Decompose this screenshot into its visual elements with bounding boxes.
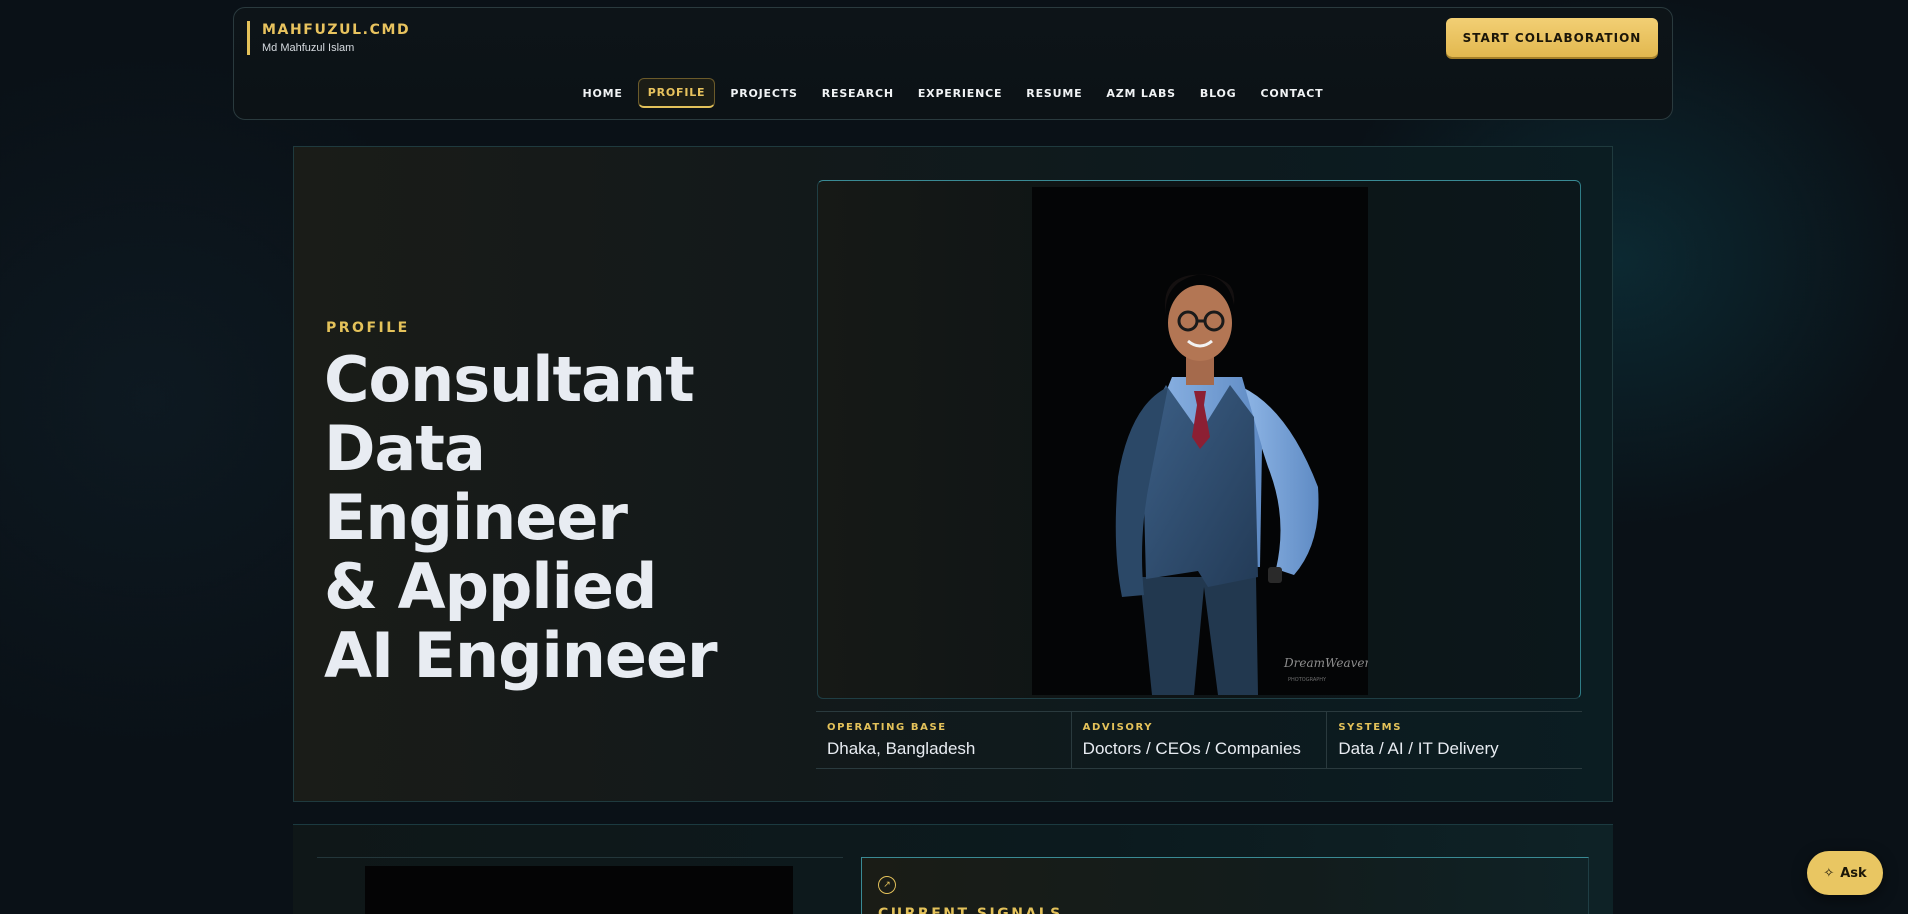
nav-profile[interactable]: PROFILE xyxy=(637,78,716,108)
profile-photo-frame: DreamWeaver PHOTOGRAPHY xyxy=(817,180,1581,699)
headline-line: Data Engineer xyxy=(324,412,628,554)
headline-line: Consultant xyxy=(324,343,695,416)
ask-label: Ask xyxy=(1840,865,1867,881)
hero-stats: OPERATING BASE Dhaka, Bangladesh ADVISOR… xyxy=(816,711,1582,769)
brand-title: MAHFUZUL.CMD xyxy=(262,22,411,38)
svg-text:DreamWeaver: DreamWeaver xyxy=(1283,656,1368,670)
current-signals-title: CURRENT SIGNALS xyxy=(878,906,1063,914)
stat-advisory: ADVISORY Doctors / CEOs / Companies xyxy=(1072,712,1328,768)
nav-projects[interactable]: PROJECTS xyxy=(721,78,806,108)
nav-resume[interactable]: RESUME xyxy=(1017,78,1091,108)
stat-systems: SYSTEMS Data / AI / IT Delivery xyxy=(1327,712,1582,768)
stat-value: Data / AI / IT Delivery xyxy=(1338,739,1499,758)
stat-label: SYSTEMS xyxy=(1338,722,1402,733)
stat-value: Dhaka, Bangladesh xyxy=(827,739,976,758)
nav-experience[interactable]: EXPERIENCE xyxy=(909,78,1011,108)
nav-contact[interactable]: CONTACT xyxy=(1252,78,1333,108)
stat-label: ADVISORY xyxy=(1082,722,1154,733)
current-signals-panel: ↗ CURRENT SIGNALS xyxy=(861,857,1589,914)
headline-line: AI Engineer xyxy=(324,619,718,692)
site-header: MAHFUZUL.CMD Md Mahfuzul Islam START COL… xyxy=(233,7,1673,120)
sparkle-icon: ✧ xyxy=(1823,865,1835,881)
stat-label: OPERATING BASE xyxy=(827,722,947,733)
hero-headline: Consultant Data Engineer & Applied AI En… xyxy=(324,345,774,690)
chart-icon: ↗ xyxy=(878,876,896,894)
brand[interactable]: MAHFUZUL.CMD Md Mahfuzul Islam xyxy=(247,21,410,55)
hero-section: PROFILE Consultant Data Engineer & Appli… xyxy=(293,146,1613,802)
profile-photo: DreamWeaver PHOTOGRAPHY xyxy=(1032,187,1368,695)
portrait-illustration: DreamWeaver PHOTOGRAPHY xyxy=(1032,187,1368,695)
stat-value: Doctors / CEOs / Companies xyxy=(1082,739,1301,758)
nav-research[interactable]: RESEARCH xyxy=(813,78,903,108)
brand-subtitle: Md Mahfuzul Islam xyxy=(262,42,355,54)
main-nav: HOME PROFILE PROJECTS RESEARCH EXPERIENC… xyxy=(234,78,1672,108)
ask-button[interactable]: ✧ Ask xyxy=(1807,851,1883,895)
lower-media-panel xyxy=(317,857,843,914)
lower-image xyxy=(365,866,793,914)
start-collaboration-button[interactable]: START COLLABORATION xyxy=(1446,18,1658,57)
stat-operating-base: OPERATING BASE Dhaka, Bangladesh xyxy=(816,712,1072,768)
nav-home[interactable]: HOME xyxy=(574,78,632,108)
hero-eyebrow: PROFILE xyxy=(326,320,410,336)
nav-azm-labs[interactable]: AZM LABS xyxy=(1097,78,1185,108)
svg-text:PHOTOGRAPHY: PHOTOGRAPHY xyxy=(1288,677,1327,683)
headline-line: & Applied xyxy=(324,550,657,623)
lower-section: ↗ CURRENT SIGNALS xyxy=(293,824,1613,914)
nav-blog[interactable]: BLOG xyxy=(1191,78,1246,108)
